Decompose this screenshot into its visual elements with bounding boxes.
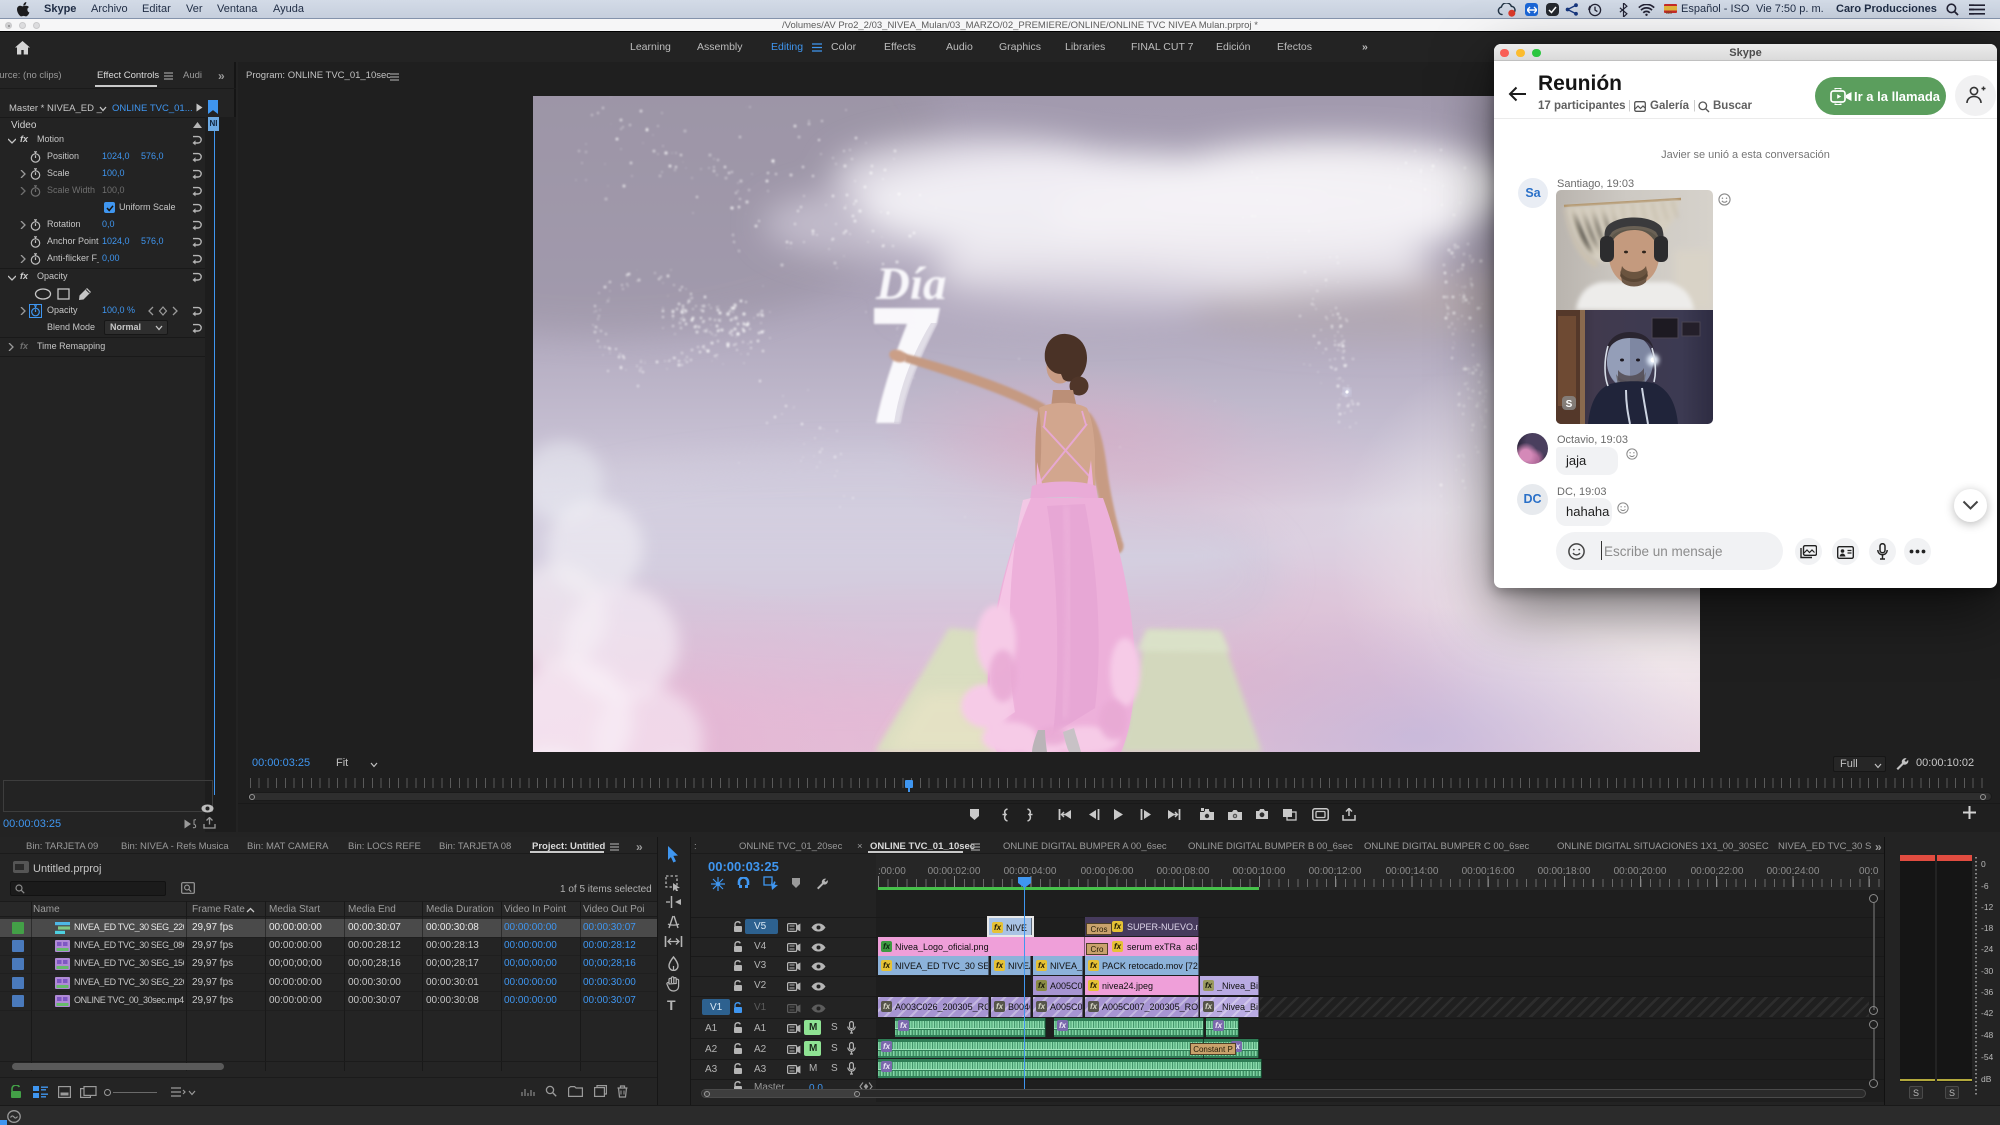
svg-text:Día: Día xyxy=(875,258,947,310)
svg-text:S: S xyxy=(1566,399,1573,410)
